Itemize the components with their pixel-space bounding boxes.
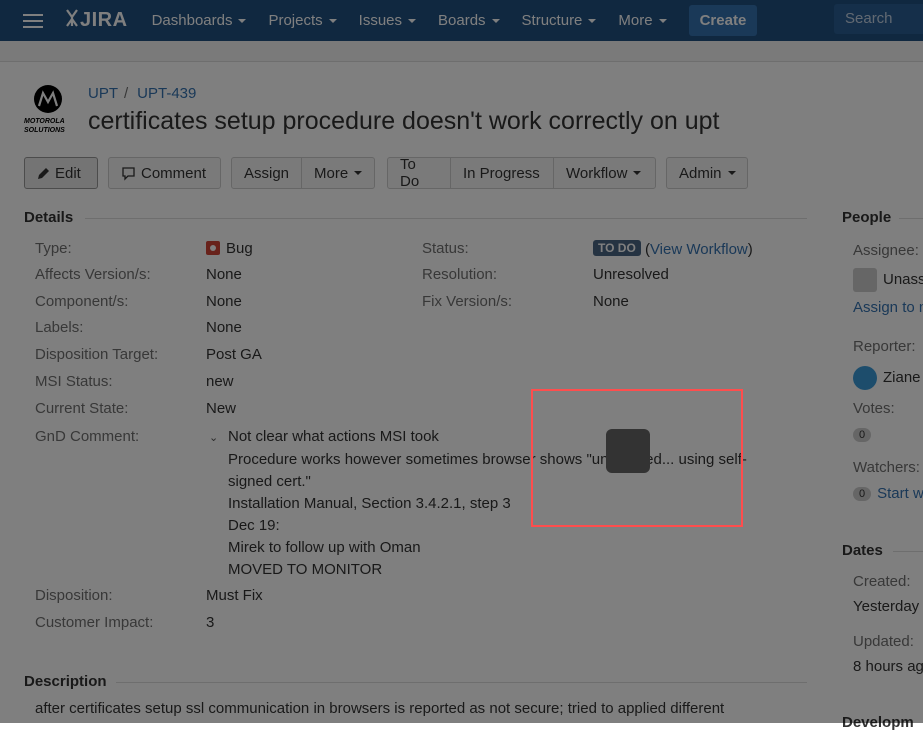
loading-overlay xyxy=(0,0,923,723)
highlight-box xyxy=(531,389,743,527)
